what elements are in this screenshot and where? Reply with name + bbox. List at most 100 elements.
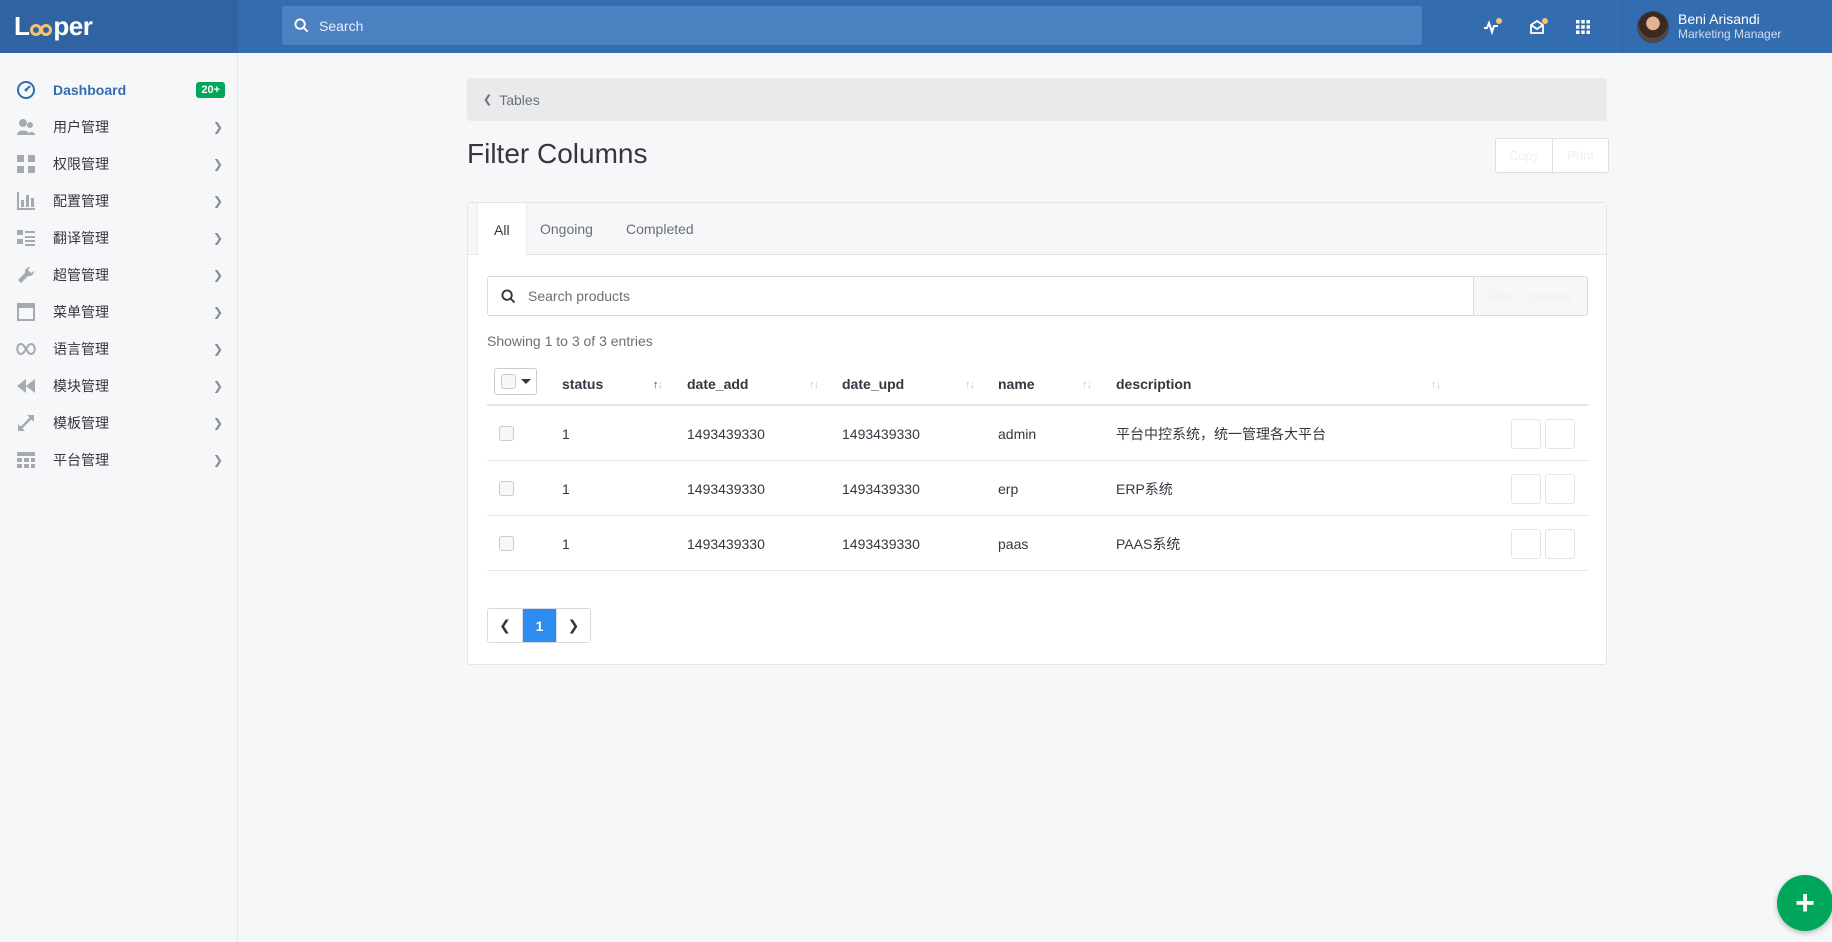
cell-name: erp bbox=[998, 480, 1019, 497]
chevron-right-icon: ❯ bbox=[567, 617, 580, 633]
table-row: 1 1493439330 1493439330 paas PAAS系统 bbox=[487, 516, 1588, 571]
inbox-icon[interactable] bbox=[1526, 16, 1548, 38]
chevron-right-icon: ❯ bbox=[212, 230, 223, 245]
chevron-right-icon: ❯ bbox=[212, 415, 223, 430]
cell-date-upd: 1493439330 bbox=[842, 535, 920, 552]
user-info: Beni Arisandi Marketing Manager bbox=[1678, 11, 1781, 42]
sidebar-item-label: Dashboard bbox=[53, 81, 127, 98]
print-button[interactable]: Print bbox=[1552, 139, 1608, 172]
sidebar-item-label: 权限管理 bbox=[53, 155, 109, 172]
previous-page-button[interactable]: ❮ bbox=[488, 609, 522, 642]
count-badge: 20+ bbox=[196, 81, 225, 98]
column-header-status[interactable]: status bbox=[562, 362, 603, 406]
column-header-name[interactable]: name bbox=[998, 362, 1035, 406]
bulk-select-dropdown[interactable] bbox=[494, 368, 537, 395]
apps-grid-icon[interactable] bbox=[1572, 16, 1594, 38]
brand-logo[interactable]: Lper bbox=[0, 0, 238, 53]
wrench-icon bbox=[15, 264, 37, 286]
cell-date-upd: 1493439330 bbox=[842, 480, 920, 497]
cell-description: ERP系统 bbox=[1116, 480, 1173, 497]
sidebar-item-label: 翻译管理 bbox=[53, 229, 109, 246]
delete-button[interactable] bbox=[1545, 529, 1575, 559]
table-card: All Ongoing Completed Filter Columns Sho… bbox=[467, 202, 1607, 665]
breadcrumb-link-tables[interactable]: Tables bbox=[499, 92, 539, 108]
cell-description: 平台中控系统，统一管理各大平台 bbox=[1116, 425, 1326, 442]
product-search: Filter Columns bbox=[487, 276, 1588, 316]
edit-button[interactable] bbox=[1511, 474, 1541, 504]
row-checkbox[interactable] bbox=[499, 426, 514, 441]
next-page-button[interactable]: ❯ bbox=[556, 609, 590, 642]
sidebar-item-platform[interactable]: 平台管理 ❯ bbox=[0, 441, 237, 478]
page-button-current[interactable]: 1 bbox=[522, 609, 556, 642]
cell-description: PAAS系统 bbox=[1116, 535, 1181, 552]
column-header-date-add[interactable]: date_add bbox=[687, 362, 748, 406]
sidebar-item-label: 语言管理 bbox=[53, 340, 109, 357]
row-checkbox[interactable] bbox=[499, 536, 514, 551]
sidebar-item-label: 用户管理 bbox=[53, 118, 109, 135]
edit-button[interactable] bbox=[1511, 529, 1541, 559]
sidebar-item-module[interactable]: 模块管理 ❯ bbox=[0, 367, 237, 404]
sidebar-item-template[interactable]: 模板管理 ❯ bbox=[0, 404, 237, 441]
sidebar-item-language[interactable]: 语言管理 ❯ bbox=[0, 330, 237, 367]
logo-text: Lper bbox=[14, 11, 93, 42]
sort-icon[interactable]: ↑↓ bbox=[965, 379, 975, 391]
cell-date-upd: 1493439330 bbox=[842, 425, 920, 442]
chevron-right-icon: ❯ bbox=[212, 267, 223, 282]
sidebar-item-dashboard[interactable]: Dashboard 20+ bbox=[0, 71, 237, 108]
search-icon bbox=[294, 18, 309, 33]
sidebar-item-users[interactable]: 用户管理 ❯ bbox=[0, 108, 237, 145]
sort-icon[interactable]: ↑↓ bbox=[1082, 379, 1092, 391]
sidebar-item-permissions[interactable]: 权限管理 ❯ bbox=[0, 145, 237, 182]
rewind-icon bbox=[15, 375, 37, 397]
column-header-description[interactable]: description bbox=[1116, 362, 1191, 406]
cell-date-add: 1493439330 bbox=[687, 480, 765, 497]
row-checkbox[interactable] bbox=[499, 481, 514, 496]
chevron-right-icon: ❯ bbox=[212, 119, 223, 134]
copy-button[interactable]: Copy bbox=[1496, 139, 1552, 172]
top-navbar: Lper Beni Arisandi Marketing Manager bbox=[0, 0, 1832, 53]
bar-chart-icon bbox=[15, 190, 37, 212]
logo-text-end: per bbox=[53, 11, 93, 41]
sidebar-item-translation[interactable]: 翻译管理 ❯ bbox=[0, 219, 237, 256]
tab-all[interactable]: All bbox=[477, 203, 527, 256]
chevron-right-icon: ❯ bbox=[212, 304, 223, 319]
sidebar-item-menu[interactable]: 菜单管理 ❯ bbox=[0, 293, 237, 330]
top-search-bar bbox=[282, 6, 1422, 45]
page-title: Filter Columns bbox=[467, 138, 648, 169]
cell-name: paas bbox=[998, 535, 1029, 552]
sidebar-item-config[interactable]: 配置管理 ❯ bbox=[0, 182, 237, 219]
cell-status: 1 bbox=[562, 535, 570, 552]
sidebar: Dashboard 20+ 用户管理 ❯ 权限管理 ❯ 配置管理 ❯ 翻译管理 … bbox=[0, 53, 238, 942]
search-products-input[interactable] bbox=[528, 288, 1468, 304]
delete-button[interactable] bbox=[1545, 419, 1575, 449]
avatar bbox=[1637, 10, 1669, 43]
sort-icon[interactable]: ↑↓ bbox=[809, 379, 819, 391]
tab-completed[interactable]: Completed bbox=[610, 203, 710, 255]
activity-icon[interactable] bbox=[1480, 16, 1502, 38]
select-all-checkbox[interactable] bbox=[501, 374, 516, 389]
cell-date-add: 1493439330 bbox=[687, 535, 765, 552]
data-table: status ↑↓ date_add ↑↓ date_upd ↑↓ name ↑… bbox=[487, 362, 1588, 571]
breadcrumb: ❮ Tables bbox=[467, 78, 1607, 121]
edit-button[interactable] bbox=[1511, 419, 1541, 449]
chevron-left-icon: ❮ bbox=[483, 94, 493, 106]
infinity-icon bbox=[15, 338, 37, 360]
cell-date-add: 1493439330 bbox=[687, 425, 765, 442]
tab-ongoing[interactable]: Ongoing bbox=[524, 203, 609, 255]
sidebar-item-admin[interactable]: 超管管理 ❯ bbox=[0, 256, 237, 293]
top-search-input[interactable] bbox=[319, 17, 1319, 34]
pagination: ❮ 1 ❯ bbox=[487, 608, 591, 643]
sort-icon[interactable]: ↑↓ bbox=[1431, 379, 1441, 391]
sort-icon[interactable]: ↑↓ bbox=[653, 379, 663, 391]
table-row: 1 1493439330 1493439330 admin 平台中控系统，统一管… bbox=[487, 406, 1588, 461]
user-name: Beni Arisandi bbox=[1678, 11, 1760, 27]
add-fab-button[interactable]: + bbox=[1777, 875, 1832, 931]
column-header-date-upd[interactable]: date_upd bbox=[842, 362, 904, 406]
logo-text-start: L bbox=[14, 11, 30, 41]
cell-status: 1 bbox=[562, 480, 570, 497]
user-menu[interactable]: Beni Arisandi Marketing Manager bbox=[1622, 0, 1832, 53]
filter-columns-button[interactable]: Filter Columns bbox=[1473, 276, 1588, 316]
export-button-group: Copy Print bbox=[1495, 138, 1609, 173]
delete-button[interactable] bbox=[1545, 474, 1575, 504]
plus-icon: + bbox=[1795, 883, 1815, 922]
